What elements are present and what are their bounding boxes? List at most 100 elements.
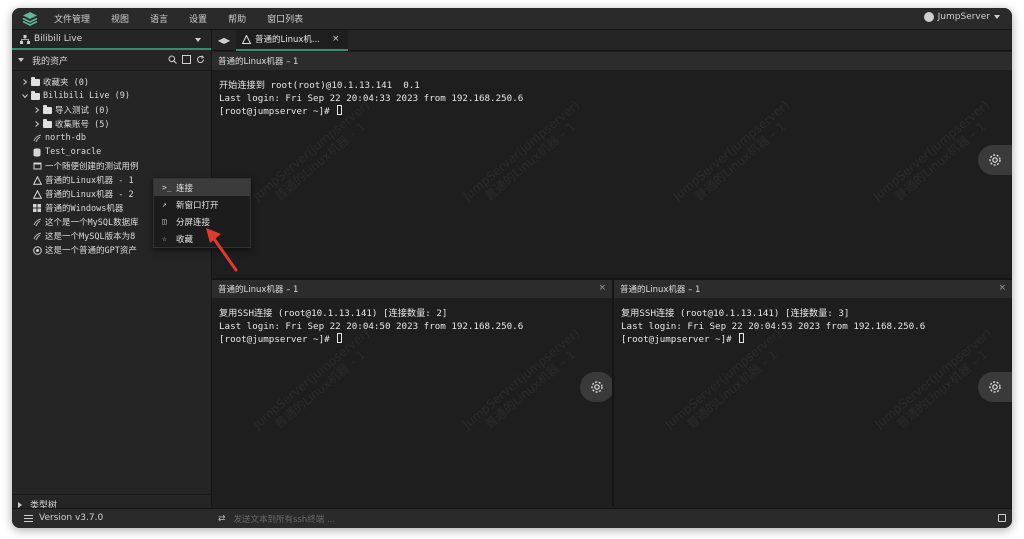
terminal-line: 开始连接到 root(root)@10.1.13.141 0.1 bbox=[219, 80, 420, 91]
folder-icon bbox=[30, 76, 40, 87]
user-menu[interactable]: JumpServer bbox=[923, 12, 1000, 22]
gear-icon bbox=[989, 381, 1001, 393]
terminal-cursor bbox=[337, 333, 343, 343]
tree-item[interactable]: 收集账号 (5) bbox=[12, 117, 211, 131]
tree-item-label: 一个随便创建的测试用例 bbox=[45, 162, 139, 172]
context-menu-connect[interactable]: >_ 连接 bbox=[154, 179, 250, 196]
status-bar: Version v3.7.0 ⇄ 发送文本到所有ssh终端 ... bbox=[12, 508, 1012, 528]
tree-item-label: 普通的Linux机器 - 1 bbox=[45, 176, 134, 186]
terminal-output[interactable]: 开始连接到 root(root)@10.1.13.141 0.1 Last lo… bbox=[212, 70, 1012, 118]
star-icon: ☆ bbox=[162, 234, 167, 243]
mysql-icon bbox=[32, 218, 42, 227]
menu-bar: 文件管理 视图 语言 设置 帮助 窗口列表 JumpServer bbox=[12, 8, 1012, 30]
tree-item[interactable]: Test_oracle bbox=[12, 145, 211, 159]
menu-file-manager[interactable]: 文件管理 bbox=[54, 12, 90, 25]
collapse-all-icon[interactable] bbox=[182, 55, 191, 64]
gpt-icon bbox=[32, 245, 42, 255]
close-icon[interactable]: × bbox=[998, 283, 1006, 293]
context-menu-label: 新窗口打开 bbox=[176, 200, 219, 211]
broadcast-input[interactable]: ⇄ 发送文本到所有ssh终端 ... bbox=[218, 513, 335, 525]
split-screen-icon: ◫ bbox=[162, 217, 167, 226]
session-tab-label: 普通的Linux机... bbox=[255, 35, 321, 45]
chevron-right-icon[interactable] bbox=[20, 79, 30, 85]
context-menu-label: 收藏 bbox=[176, 234, 194, 245]
pane-title: 普通的Linux机器 – 1 bbox=[620, 285, 701, 295]
terminal-line: 复用SSH连接 (root@10.1.13.141) [连接数量: 3] bbox=[621, 308, 850, 319]
menu-language[interactable]: 语言 bbox=[150, 12, 168, 25]
tree-item-label: 收集账号 (5) bbox=[55, 120, 110, 130]
pane-header: 普通的Linux机器 – 1 bbox=[212, 52, 1012, 70]
my-assets-header[interactable]: 我的资产 bbox=[12, 50, 211, 71]
terminal-pane-bottom-left[interactable]: 普通的Linux机器 – 1 × 复用SSH连接 (root@10.1.13.1… bbox=[212, 280, 612, 506]
chevron-down-icon bbox=[994, 15, 1000, 19]
user-avatar-icon bbox=[923, 12, 934, 22]
context-menu-label: 连接 bbox=[176, 183, 194, 194]
tree-item[interactable]: 导入测试 (0) bbox=[12, 103, 211, 117]
tree-item[interactable]: Bilibili Live (9) bbox=[12, 89, 211, 103]
chevron-right-icon[interactable] bbox=[32, 107, 42, 113]
refresh-icon[interactable] bbox=[196, 55, 205, 64]
terminal-output[interactable]: 复用SSH连接 (root@10.1.13.141) [连接数量: 3] Las… bbox=[614, 298, 1012, 346]
chevron-right-icon[interactable]: ▶ bbox=[224, 36, 230, 45]
folder-icon bbox=[30, 90, 40, 101]
save-icon[interactable] bbox=[998, 514, 1006, 522]
terminal-line: Last login: Fri Sep 22 20:04:50 2023 fro… bbox=[219, 321, 524, 332]
windows-icon bbox=[32, 204, 42, 213]
terminal-line: [root@jumpserver ~]# bbox=[621, 334, 738, 345]
mysql-icon bbox=[32, 134, 42, 143]
menu-window-list[interactable]: 窗口列表 bbox=[267, 12, 303, 25]
mysql-icon bbox=[32, 232, 42, 241]
terminal-output[interactable]: 复用SSH连接 (root@10.1.13.141) [连接数量: 2] Las… bbox=[212, 298, 612, 346]
menu-view[interactable]: 视图 bbox=[111, 12, 129, 25]
web-icon bbox=[32, 162, 42, 171]
tree-item[interactable]: north-db bbox=[12, 131, 211, 145]
session-tab[interactable]: 普通的Linux机... × bbox=[236, 29, 348, 51]
version-info[interactable]: Version v3.7.0 bbox=[24, 513, 103, 523]
my-assets-label: 我的资产 bbox=[32, 56, 69, 67]
close-icon[interactable]: × bbox=[598, 283, 606, 293]
tree-item-label: 导入测试 (0) bbox=[55, 106, 110, 116]
chevron-down-icon[interactable] bbox=[20, 93, 30, 99]
terminal-pane-bottom-right[interactable]: 普通的Linux机器 – 1 × 复用SSH连接 (root@10.1.13.1… bbox=[614, 280, 1012, 506]
settings-gear-button[interactable] bbox=[580, 372, 612, 402]
chevron-right-icon[interactable] bbox=[32, 121, 42, 127]
org-name: Bilibili Live bbox=[34, 34, 83, 44]
jumpserver-logo-icon bbox=[20, 9, 40, 29]
pane-title: 普通的Linux机器 – 1 bbox=[218, 285, 299, 295]
session-tab-bar: ◀ ▶ 普通的Linux机... × bbox=[212, 29, 1012, 51]
pane-title: 普通的Linux机器 – 1 bbox=[218, 57, 299, 67]
search-icon[interactable] bbox=[168, 55, 177, 64]
settings-gear-button[interactable] bbox=[978, 372, 1012, 402]
expand-icon bbox=[18, 501, 22, 508]
terminal-line: 复用SSH连接 (root@10.1.13.141) [连接数量: 2] bbox=[219, 308, 448, 319]
linux-icon bbox=[242, 34, 251, 44]
tab-scroll-arrows[interactable]: ◀ ▶ bbox=[212, 36, 236, 45]
sidebar: Bilibili Live 我的资产 收藏夹 (0) Bilibili Live … bbox=[12, 30, 212, 528]
swap-icon[interactable]: ⇄ bbox=[218, 514, 226, 524]
tree-item-label: 这个是一个MySQL数据库 bbox=[45, 218, 139, 228]
broadcast-placeholder: 发送文本到所有ssh终端 ... bbox=[233, 515, 336, 525]
app-window: 文件管理 视图 语言 设置 帮助 窗口列表 JumpServer Bilibil… bbox=[12, 8, 1012, 528]
annotation-arrow-icon bbox=[206, 228, 238, 272]
settings-gear-button[interactable] bbox=[978, 145, 1012, 175]
close-icon[interactable]: × bbox=[332, 34, 340, 44]
chevron-down-icon bbox=[195, 38, 201, 42]
terminal-line: [root@jumpserver ~]# bbox=[219, 334, 336, 345]
tree-item[interactable]: 收藏夹 (0) bbox=[12, 75, 211, 89]
user-name: JumpServer bbox=[937, 12, 990, 22]
tree-item-label: 收藏夹 (0) bbox=[43, 78, 89, 88]
collapse-icon bbox=[18, 58, 24, 62]
org-select[interactable]: Bilibili Live bbox=[12, 30, 211, 50]
terminal-line: Last login: Fri Sep 22 20:04:33 2023 fro… bbox=[219, 93, 524, 104]
version-label: Version v3.7.0 bbox=[39, 513, 104, 523]
terminal-cursor bbox=[337, 105, 343, 115]
pane-header: 普通的Linux机器 – 1 × bbox=[614, 280, 1012, 298]
tree-item[interactable]: 一个随便创建的测试用例 bbox=[12, 159, 211, 173]
tree-item-label: 这是一个普通的GPT资产 bbox=[45, 246, 137, 256]
context-menu-open-new-window[interactable]: ↗ 新窗口打开 bbox=[154, 196, 250, 213]
linux-icon bbox=[32, 175, 42, 185]
menu-help[interactable]: 帮助 bbox=[228, 12, 246, 25]
menu-settings[interactable]: 设置 bbox=[189, 12, 207, 25]
pane-header: 普通的Linux机器 – 1 × bbox=[212, 280, 612, 298]
terminal-pane-top[interactable]: 普通的Linux机器 – 1 开始连接到 root(root)@10.1.13.… bbox=[212, 52, 1012, 278]
